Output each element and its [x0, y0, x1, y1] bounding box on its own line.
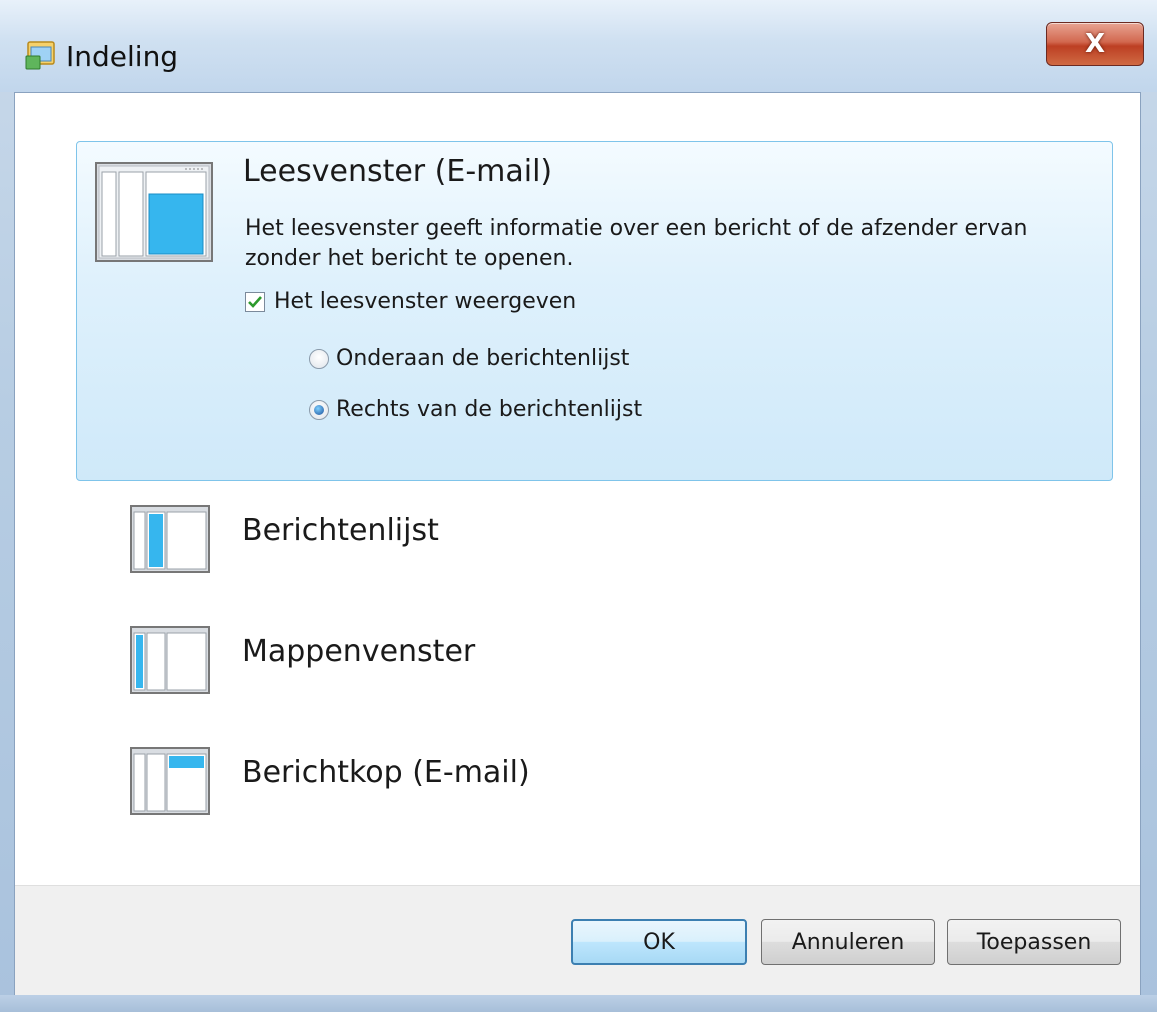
dialog-content: Leesvenster (E-mail) Het leesvenster gee…: [14, 92, 1141, 995]
dialog-window: Indeling X Leesvenster (E-mail) Het lees…: [0, 0, 1157, 1012]
checkmark-icon: [248, 295, 262, 308]
panel-title: Leesvenster (E-mail): [243, 154, 553, 189]
radio-label-right: Rechts van de berichtenlijst: [336, 397, 643, 422]
radio-label-bottom: Onderaan de berichtenlijst: [336, 346, 630, 371]
folder-pane-icon: [130, 626, 210, 694]
checkbox-label: Het leesvenster weergeven: [274, 289, 577, 314]
show-reading-pane-option[interactable]: Het leesvenster weergeven: [245, 289, 576, 314]
radio-bottom[interactable]: [309, 348, 329, 369]
item-label: Berichtenlijst: [242, 513, 439, 548]
window-title: Indeling: [66, 40, 179, 73]
radio-option-right[interactable]: Rechts van de berichtenlijst: [309, 397, 642, 422]
show-reading-pane-checkbox[interactable]: [245, 291, 265, 312]
reading-pane-layout-icon: [95, 162, 213, 262]
app-window-icon: [25, 41, 55, 70]
panel-description: Het leesvenster geeft informatie over ee…: [245, 216, 1028, 271]
layout-item-message-list[interactable]: Berichtenlijst: [130, 505, 830, 575]
layout-item-folder-pane[interactable]: Mappenvenster: [130, 626, 830, 696]
radio-option-bottom[interactable]: Onderaan de berichtenlijst: [309, 346, 629, 371]
window-bottom-border: [0, 995, 1157, 1012]
ok-button[interactable]: OK: [571, 919, 747, 965]
layout-item-message-header[interactable]: Berichtkop (E-mail): [130, 747, 830, 817]
item-label: Berichtkop (E-mail): [242, 755, 530, 790]
title-bar[interactable]: Indeling X: [0, 0, 1157, 92]
item-label: Mappenvenster: [242, 634, 476, 669]
radio-right[interactable]: [309, 399, 329, 420]
close-button[interactable]: X: [1046, 22, 1144, 66]
message-header-icon: [130, 747, 210, 815]
reading-pane-panel[interactable]: Leesvenster (E-mail) Het leesvenster gee…: [76, 141, 1113, 481]
apply-button[interactable]: Toepassen: [947, 919, 1121, 965]
cancel-button[interactable]: Annuleren: [761, 919, 935, 965]
dialog-footer: OK Annuleren Toepassen: [15, 885, 1140, 995]
message-list-icon: [130, 505, 210, 573]
